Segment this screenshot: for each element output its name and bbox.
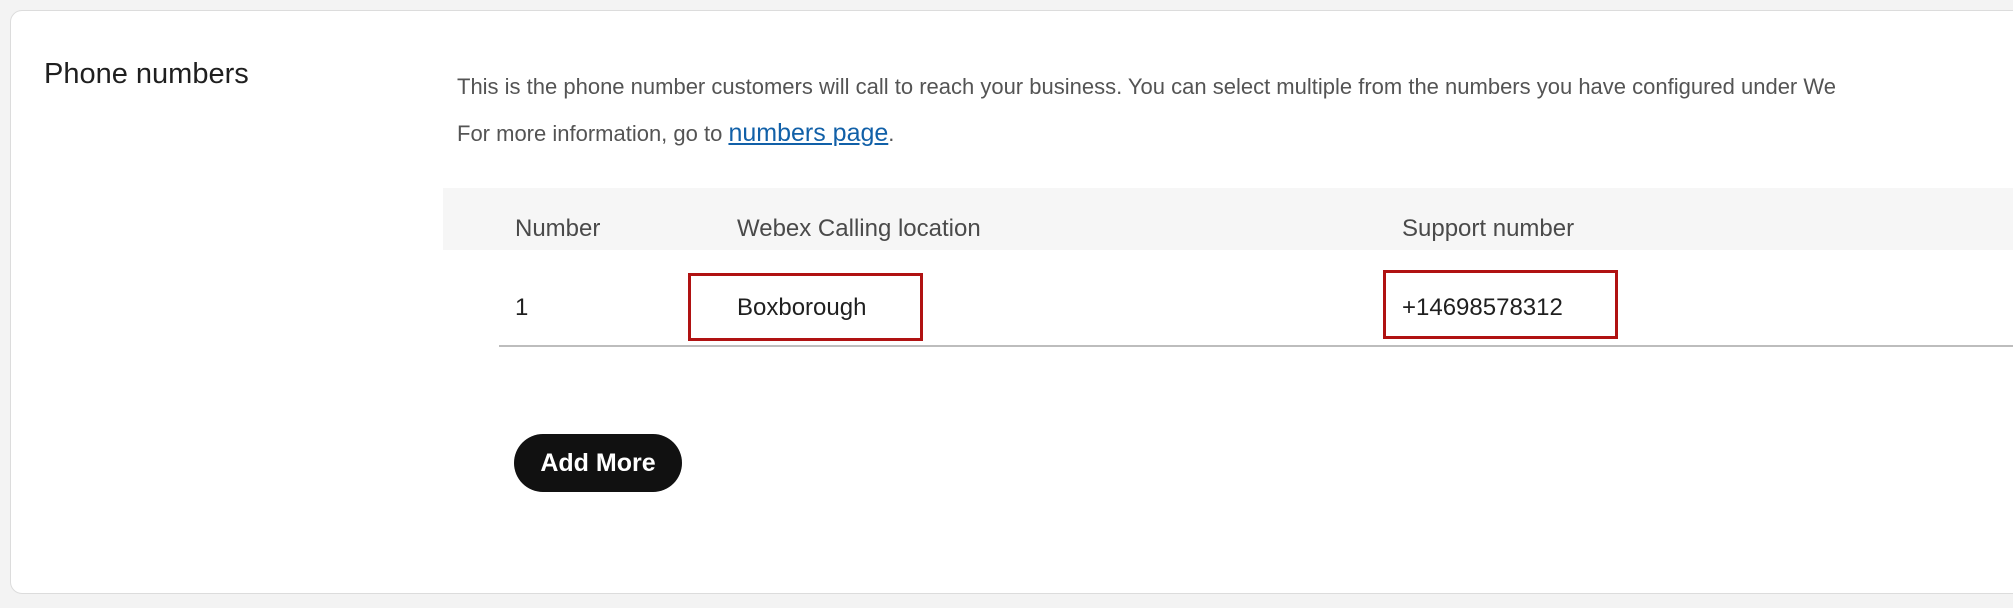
column-header-number: Number — [515, 215, 601, 242]
description-suffix: . — [888, 121, 895, 146]
description-line-1: This is the phone number customers will … — [457, 74, 1836, 99]
add-more-button[interactable]: Add More — [514, 434, 682, 492]
numbers-page-link[interactable]: numbers page — [728, 119, 888, 147]
table-row-divider — [499, 345, 2013, 347]
cell-number: 1 — [515, 294, 529, 321]
table-header — [443, 188, 2013, 250]
support-number-highlight-box — [1383, 270, 1618, 339]
section-title: Phone numbers — [44, 58, 249, 90]
column-header-location: Webex Calling location — [737, 215, 981, 242]
location-highlight-box — [688, 273, 923, 341]
column-header-support-number: Support number — [1402, 215, 1575, 242]
description-line-2: For more information, go to numbers page… — [457, 110, 1836, 157]
section-description: This is the phone number customers will … — [457, 64, 1836, 157]
description-prefix: For more information, go to — [457, 121, 729, 146]
